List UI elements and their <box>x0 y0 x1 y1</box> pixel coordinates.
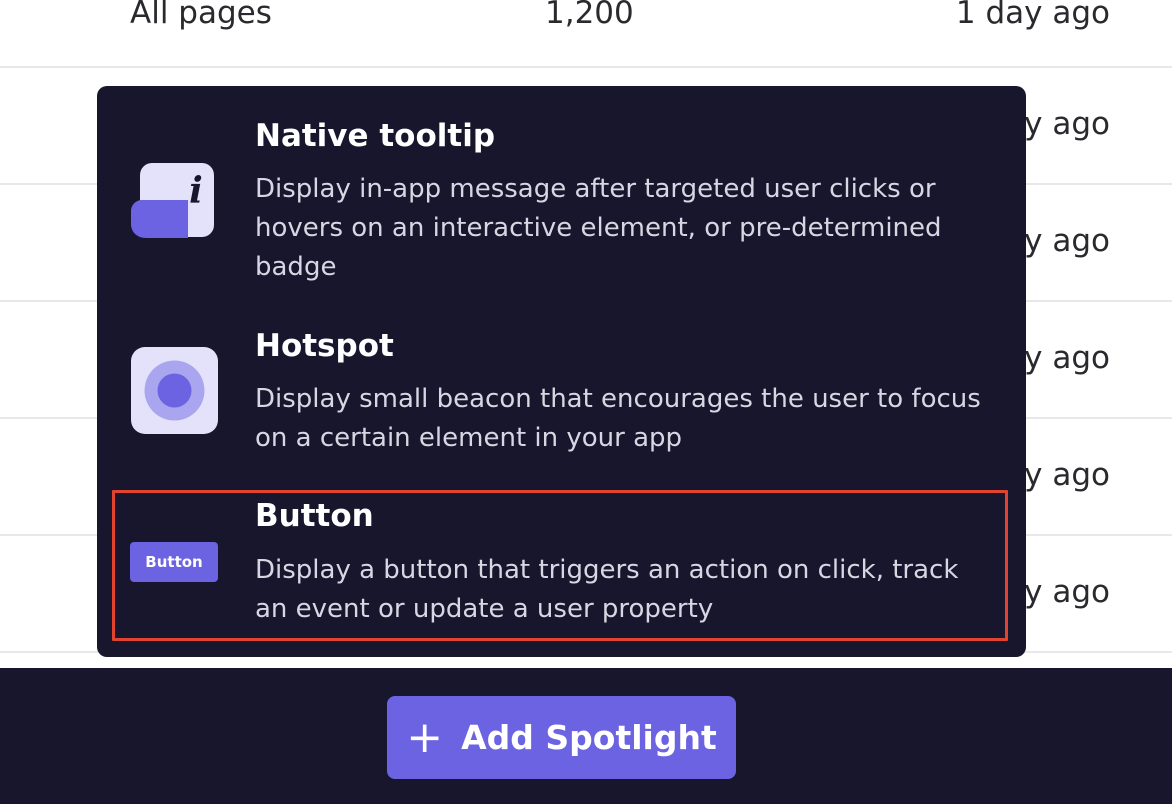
table-row[interactable]: All pages 1,200 1 day ago <box>0 0 1172 68</box>
cell-count: 1,200 <box>545 0 634 31</box>
spotlight-type-menu: i Native tooltip Display in-app message … <box>97 86 1026 657</box>
menu-option-native-tooltip[interactable]: i Native tooltip Display in-app message … <box>97 86 1026 286</box>
tooltip-info-icon: i <box>130 162 216 244</box>
cell-updated: y ago <box>1024 574 1110 610</box>
add-spotlight-label: Add Spotlight <box>461 718 717 757</box>
cell-page: All pages <box>130 0 272 31</box>
option-description: Display in-app message after targeted us… <box>255 174 942 282</box>
cell-updated: y ago <box>1024 340 1110 376</box>
footer-bar: + Add Spotlight <box>0 668 1172 804</box>
cell-updated: y ago <box>1024 223 1110 259</box>
plus-icon: + <box>406 711 444 763</box>
option-title: Native tooltip <box>255 118 496 154</box>
add-spotlight-button[interactable]: + Add Spotlight <box>387 696 736 779</box>
cell-updated: y ago <box>1024 457 1110 493</box>
cell-updated: 1 day ago <box>955 0 1110 31</box>
option-title: Hotspot <box>255 328 394 364</box>
selection-highlight <box>112 490 1008 641</box>
menu-option-hotspot[interactable]: Hotspot Display small beacon that encour… <box>97 326 1026 476</box>
cell-updated: y ago <box>1024 106 1110 142</box>
svg-text:i: i <box>189 170 203 212</box>
hotspot-beacon-icon <box>130 346 219 439</box>
option-description: Display small beacon that encourages the… <box>255 384 981 453</box>
